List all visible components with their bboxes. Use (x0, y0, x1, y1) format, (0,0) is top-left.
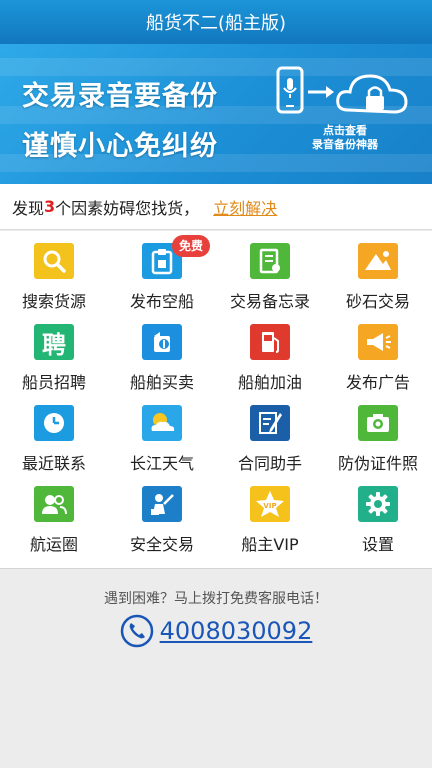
users-icon (34, 486, 74, 522)
hotline-link[interactable]: 4008030092 (0, 614, 432, 648)
grid-item-ship-fuel[interactable]: 船舶加油 (216, 312, 324, 393)
weather-icon (142, 405, 182, 441)
grid-item-yangtze-weather[interactable]: 长江天气 (108, 393, 216, 474)
trade-icon (142, 324, 182, 360)
support-footer: 遇到困难？马上拨打免费客服电话！ 4008030092 (0, 570, 432, 768)
notice-suffix: 个因素妨碍您找货， (55, 198, 200, 218)
grid-item-label: 合同助手 (237, 454, 302, 473)
fuel-icon (250, 324, 290, 360)
grid-item-label: 长江天气 (129, 454, 194, 473)
grid-item-safe-trade[interactable]: 安全交易 (108, 474, 216, 555)
grid-item-label: 砂石交易 (345, 292, 410, 311)
banner-caption-1: 点击查看 (323, 124, 367, 137)
grid-item-label: 船主VIP (241, 535, 299, 554)
memo-icon (250, 243, 290, 279)
gear-icon (358, 486, 398, 522)
search-icon (34, 243, 74, 279)
notice-prefix: 发现 (12, 198, 45, 218)
grid-item-label: 安全交易 (129, 535, 194, 554)
recruit-icon: 聘 (34, 324, 74, 360)
grid-item-label: 航运圈 (29, 535, 78, 554)
grid-item-vip[interactable]: VIP 船主VIP (216, 474, 324, 555)
megaphone-icon (358, 324, 398, 360)
grid-item-crew-recruit[interactable]: 聘 船员招聘 (0, 312, 108, 393)
app-header: 船货不二(船主版) (0, 0, 432, 44)
grid-item-label: 设置 (361, 535, 394, 554)
grid-item-ship-trading[interactable]: 船舶买卖 (108, 312, 216, 393)
banner-caption: 点击查看 录音备份神器 (270, 124, 420, 152)
clock-icon (34, 405, 74, 441)
grid-item-sand-trade[interactable]: 砂石交易 (324, 231, 432, 312)
grid-item-post-ad[interactable]: 发布广告 (324, 312, 432, 393)
grid-item-label: 发布空船 (129, 292, 194, 311)
grid-item-recent-contacts[interactable]: 最近联系 (0, 393, 108, 474)
banner-caption-2: 录音备份神器 (312, 138, 378, 151)
grid-item-settings[interactable]: 设置 (324, 474, 432, 555)
grid-item-contract-helper[interactable]: 合同助手 (216, 393, 324, 474)
grid-item-label: 搜索货源 (21, 292, 86, 311)
banner-headline-2: 谨慎小心免纠纷 (22, 131, 218, 162)
grid-item-anti-fake-id[interactable]: 防伪证件照 (324, 393, 432, 474)
feature-grid: 搜索货源 免费 发布空船 交易备忘录 砂石交易 聘 船员招聘 船舶买卖 船舶加油… (0, 231, 432, 569)
sand-pile-icon (358, 243, 398, 279)
recruit-glyph: 聘 (42, 330, 66, 359)
grid-item-post-empty-ship[interactable]: 免费 发布空船 (108, 231, 216, 312)
notice-bar: 发现 3 个因素妨碍您找货， 立刻解决 (0, 184, 432, 230)
grid-item-trade-memo[interactable]: 交易备忘录 (216, 231, 324, 312)
banner-headline-1: 交易录音要备份 (22, 81, 218, 112)
free-badge: 免费 (172, 235, 211, 257)
contract-icon (250, 405, 290, 441)
grid-item-label: 船员招聘 (21, 373, 86, 392)
safe-trade-icon (142, 486, 182, 522)
grid-item-label: 交易备忘录 (229, 292, 310, 311)
promo-banner[interactable]: 交易录音要备份 谨慎小心免纠纷 点击查看 录音备份神器 (0, 44, 432, 184)
grid-item-search-cargo[interactable]: 搜索货源 (0, 231, 108, 312)
svg-text:VIP: VIP (263, 502, 276, 510)
grid-item-shipping-circle[interactable]: 航运圈 (0, 474, 108, 555)
page-title: 船货不二(船主版) (145, 13, 287, 34)
resolve-now-link[interactable]: 立刻解决 (213, 195, 277, 219)
grid-item-label: 防伪证件照 (337, 454, 418, 473)
support-hint: 遇到困难？马上拨打免费客服电话！ (104, 591, 328, 607)
notice-count: 3 (44, 197, 56, 216)
hotline-number[interactable]: 4008030092 (160, 617, 313, 645)
grid-item-label: 船舶加油 (237, 373, 302, 392)
camera-icon (358, 405, 398, 441)
grid-item-label: 船舶买卖 (129, 373, 194, 392)
phone-icon (120, 614, 153, 648)
grid-item-label: 最近联系 (21, 454, 86, 473)
grid-item-label: 发布广告 (345, 373, 410, 392)
vip-star-icon: VIP (250, 486, 290, 522)
